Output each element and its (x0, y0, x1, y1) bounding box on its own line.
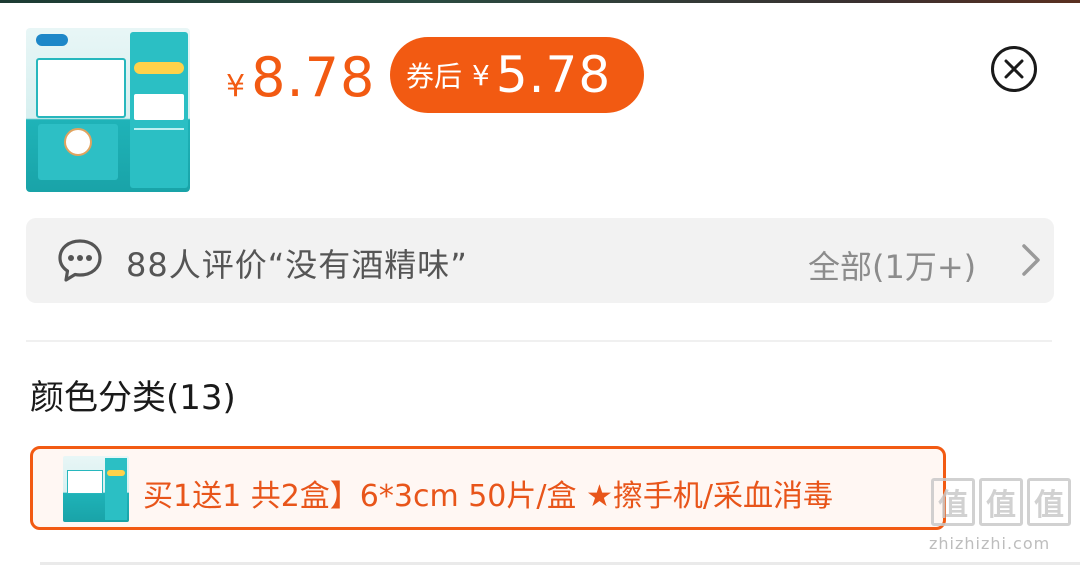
watermark-glyph: 值 (1027, 478, 1071, 526)
coupon-currency: ¥ (472, 58, 490, 92)
top-backdrop-strip (0, 0, 1080, 3)
promo-label (134, 94, 184, 120)
price-value: 8.78 (251, 46, 376, 109)
chevron-right-icon (1022, 244, 1040, 276)
original-price: ¥ 8.78 (226, 46, 375, 110)
coupon-price-badge: 券后 ¥ 5.78 (390, 37, 644, 113)
close-icon (1004, 59, 1024, 79)
product-box-front (36, 58, 126, 118)
product-thumbnail (26, 28, 190, 192)
sku-option-selected[interactable]: 买1送1 共2盒】6*3cm 50片/盒 ★擦手机/采血消毒 (30, 446, 946, 530)
coupon-price-value: 5.78 (495, 46, 612, 104)
site-watermark: 值 值 值 zhizhizhi.com (925, 478, 1075, 564)
coupon-label: 券后 (406, 60, 463, 93)
review-highlight-text: 88人评价“没有酒精味” (126, 246, 468, 284)
watermark-text: zhizhizhi.com (929, 534, 1051, 553)
sku-thumb-panel (105, 458, 127, 520)
bottom-divider (40, 562, 1080, 565)
sku-option-label: 买1送1 共2盒】6*3cm 50片/盒 ★擦手机/采血消毒 (143, 479, 834, 514)
watermark-glyph: 值 (979, 478, 1023, 526)
sku-thumbnail (63, 456, 129, 522)
close-button[interactable] (991, 46, 1037, 92)
section-divider (26, 340, 1052, 342)
panel-divider (134, 128, 184, 130)
all-reviews-link[interactable]: 全部(1万+) (808, 242, 976, 288)
sku-selection-sheet: ¥ 8.78 券后 ¥ 5.78 88人评价“没有酒精味” 全部(1万+) 颜色… (0, 0, 1080, 567)
chat-bubble-icon (58, 239, 102, 282)
sku-thumb-tag (107, 470, 125, 476)
price-currency: ¥ (226, 69, 246, 104)
mascot-bear-icon (64, 128, 92, 156)
watermark-logo: 值 值 值 (931, 478, 1071, 526)
brand-logo-mark (36, 34, 68, 46)
size-tag (134, 62, 184, 74)
sku-thumb-box (67, 470, 103, 494)
review-summary-bar[interactable]: 88人评价“没有酒精味” 全部(1万+) (26, 218, 1054, 303)
color-category-title: 颜色分类(13) (30, 378, 236, 418)
